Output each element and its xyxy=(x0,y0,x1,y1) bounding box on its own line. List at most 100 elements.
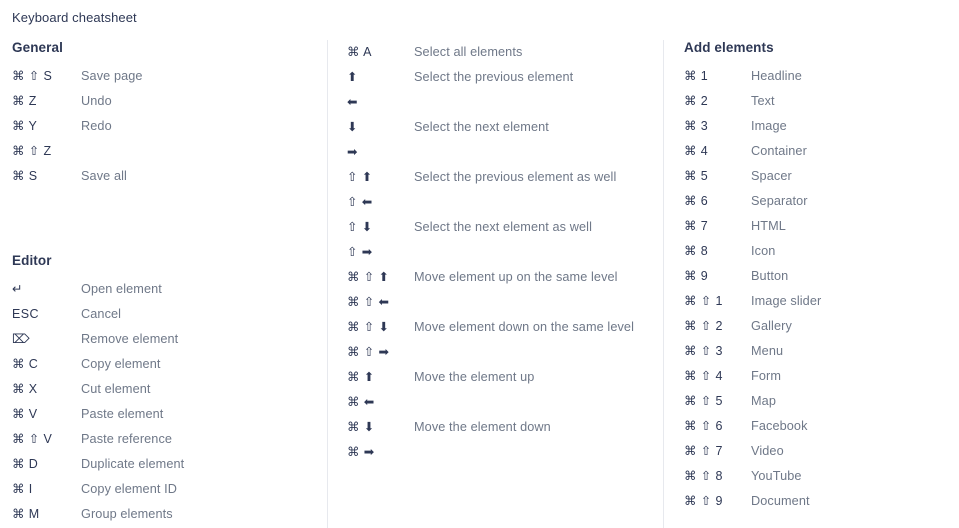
shortcut-row: ⌘ Y Redo xyxy=(12,114,327,139)
shortcut-keys: ⌘ 2 xyxy=(684,94,709,108)
shortcut-keys: ⌘ ⇧ Z xyxy=(12,144,52,158)
shortcut-description: Menu xyxy=(751,344,784,358)
shortcut-description: HTML xyxy=(751,219,786,233)
shortcut-description: Video xyxy=(751,444,784,458)
shortcut-description: Move the element down xyxy=(414,420,551,434)
shortcut-keys: ⌘ Z xyxy=(12,94,37,108)
shortcut-row: ⌘ ⇧ V Paste reference xyxy=(12,427,327,452)
shortcut-row: ⌘ 2 Text xyxy=(684,89,959,114)
shortcut-row: ⌘ 1 Headline xyxy=(684,64,959,89)
shortcut-description: Paste reference xyxy=(81,432,173,446)
shortcut-row: ⌘ C Copy element xyxy=(12,352,327,377)
shortcut-description: Remove element xyxy=(81,332,179,346)
shortcut-keys: ⇧ ⬆ xyxy=(347,170,373,184)
shortcut-row: ⌘ ⇧ ⬆ Move element up on the same level xyxy=(347,265,663,290)
shortcut-keys: ⇧ ⬇ xyxy=(347,220,373,234)
shortcut-description: Map xyxy=(751,394,776,408)
shortcut-row: ⌘ ⇧ 9 Document xyxy=(684,489,959,514)
shortcut-row: ⌘ 8 Icon xyxy=(684,239,959,264)
shortcut-keys: ESC xyxy=(12,307,39,321)
shortcut-keys: ⌘ ➡ xyxy=(347,445,375,459)
shortcut-keys: ⌘ S xyxy=(12,169,38,183)
shortcut-row: ⌘ M Group elements xyxy=(12,502,327,527)
shortcut-keys: ⌘ C xyxy=(12,357,39,371)
shortcut-description: Container xyxy=(751,144,807,158)
shortcut-row: ⬅ xyxy=(347,90,663,115)
shortcut-row: ⌘ ⇧ S Save page xyxy=(12,64,327,89)
shortcut-keys: ⌘ 4 xyxy=(684,144,709,158)
shortcut-keys: ⌘ A xyxy=(347,45,372,59)
shortcut-row: ⬇ Select the next element xyxy=(347,115,663,140)
shortcut-row: ⌘ ⇧ 7 Video xyxy=(684,439,959,464)
shortcut-keys: ⌘ ⇧ 5 xyxy=(684,394,723,408)
shortcut-keys: ⌘ ⇧ ⬅ xyxy=(347,295,390,309)
shortcut-row: ⇧ ⬇ Select the next element as well xyxy=(347,215,663,240)
shortcut-description: Copy element xyxy=(81,357,161,371)
shortcut-row: ⌘ ⇧ 5 Map xyxy=(684,389,959,414)
shortcut-description: Spacer xyxy=(751,169,792,183)
shortcut-keys: ⌦ xyxy=(12,332,31,346)
shortcut-row: ⌘ ⇧ ⬇ Move element down on the same level xyxy=(347,315,663,340)
shortcut-keys: ⌘ 5 xyxy=(684,169,709,183)
shortcut-keys: ⌘ ⇧ 7 xyxy=(684,444,723,458)
shortcut-keys: ⌘ ⇧ 2 xyxy=(684,319,723,333)
shortcut-keys: ⌘ V xyxy=(12,407,38,421)
shortcut-description: Headline xyxy=(751,69,802,83)
shortcut-description: Gallery xyxy=(751,319,792,333)
shortcut-keys: ⌘ 9 xyxy=(684,269,709,283)
section-heading-editor: Editor xyxy=(12,253,52,268)
shortcut-row: ⇧ ➡ xyxy=(347,240,663,265)
section-heading-general: General xyxy=(12,40,63,55)
shortcut-keys: ⬇ xyxy=(347,120,358,134)
shortcut-description: Icon xyxy=(751,244,776,258)
column-right: Add elements ⌘ 1 Headline ⌘ 2 Text ⌘ 3 Image ⌘ … xyxy=(663,40,959,528)
shortcut-keys: ⌘ ⇧ 6 xyxy=(684,419,723,433)
shortcut-description: Cancel xyxy=(81,307,122,321)
shortcut-list-general: ⌘ ⇧ S Save page ⌘ Z Undo ⌘ Y Redo ⌘ ⇧ Z ⌘ S Save… xyxy=(12,64,327,189)
section-heading-add-elements: Add elements xyxy=(684,40,774,55)
shortcut-row: ⌘ Z Undo xyxy=(12,89,327,114)
shortcut-row: ⌘ D Duplicate element xyxy=(12,452,327,477)
shortcut-row: ⌘ 9 Button xyxy=(684,264,959,289)
shortcut-keys: ⌘ ⇧ V xyxy=(12,432,53,446)
shortcut-description: Group elements xyxy=(81,507,173,521)
shortcut-row: ⌘ 5 Spacer xyxy=(684,164,959,189)
shortcut-keys: ⌘ ⇧ 4 xyxy=(684,369,723,383)
shortcut-row: ⌘ I Copy element ID xyxy=(12,477,327,502)
shortcut-description: Undo xyxy=(81,94,112,108)
shortcut-keys: ↵ xyxy=(12,282,23,296)
shortcut-row: ↵ Open element xyxy=(12,277,327,302)
shortcut-keys: ⌘ I xyxy=(12,482,33,496)
shortcut-row: ⌘ ⇧ 1 Image slider xyxy=(684,289,959,314)
shortcut-description: Redo xyxy=(81,119,112,133)
page-title: Keyboard cheatsheet xyxy=(12,10,137,25)
shortcut-description: Cut element xyxy=(81,382,151,396)
shortcut-description: Select the next element xyxy=(414,120,549,134)
shortcut-description: Move element down on the same level xyxy=(414,320,635,334)
shortcut-row: ⇧ ⬆ Select the previous element as well xyxy=(347,165,663,190)
shortcut-keys: ⌘ ⇧ 1 xyxy=(684,294,723,308)
shortcut-row: ⌘ ⇧ Z xyxy=(12,139,327,164)
shortcut-row: ⌘ S Save all xyxy=(12,164,327,189)
shortcut-row: ⌘ A Select all elements xyxy=(347,40,663,65)
shortcut-row: ⌘ X Cut element xyxy=(12,377,327,402)
shortcut-keys: ⌘ ⇧ 8 xyxy=(684,469,723,483)
shortcut-keys: ⌘ D xyxy=(12,457,39,471)
shortcut-row: ESC Cancel xyxy=(12,302,327,327)
shortcut-row: ⌘ 3 Image xyxy=(684,114,959,139)
shortcut-list-add-elements: ⌘ 1 Headline ⌘ 2 Text ⌘ 3 Image ⌘ 4 Container ⌘ … xyxy=(684,64,959,514)
shortcut-keys: ⌘ ⇧ S xyxy=(12,69,53,83)
shortcut-keys: ⌘ ⇧ ⬆ xyxy=(347,270,390,284)
shortcut-keys: ⌘ ⇧ ⬇ xyxy=(347,320,390,334)
shortcut-keys: ⌘ 7 xyxy=(684,219,709,233)
shortcut-row: ⌘ ⇧ 2 Gallery xyxy=(684,314,959,339)
shortcut-description: Open element xyxy=(81,282,162,296)
shortcut-description: Button xyxy=(751,269,789,283)
shortcut-row: ⌘ ⬇ Move the element down xyxy=(347,415,663,440)
cheatsheet-columns: General ⌘ ⇧ S Save page ⌘ Z Undo ⌘ Y Redo ⌘ ⇧ Z… xyxy=(0,40,959,528)
shortcut-keys: ⌘ Y xyxy=(12,119,38,133)
shortcut-row: ⌘ ⇧ 6 Facebook xyxy=(684,414,959,439)
shortcut-row: ⌘ ⇧ 3 Menu xyxy=(684,339,959,364)
shortcut-list-editor: ↵ Open element ESC Cancel ⌦ Remove element ⌘ C… xyxy=(12,277,327,527)
shortcut-description: Select all elements xyxy=(414,45,523,59)
